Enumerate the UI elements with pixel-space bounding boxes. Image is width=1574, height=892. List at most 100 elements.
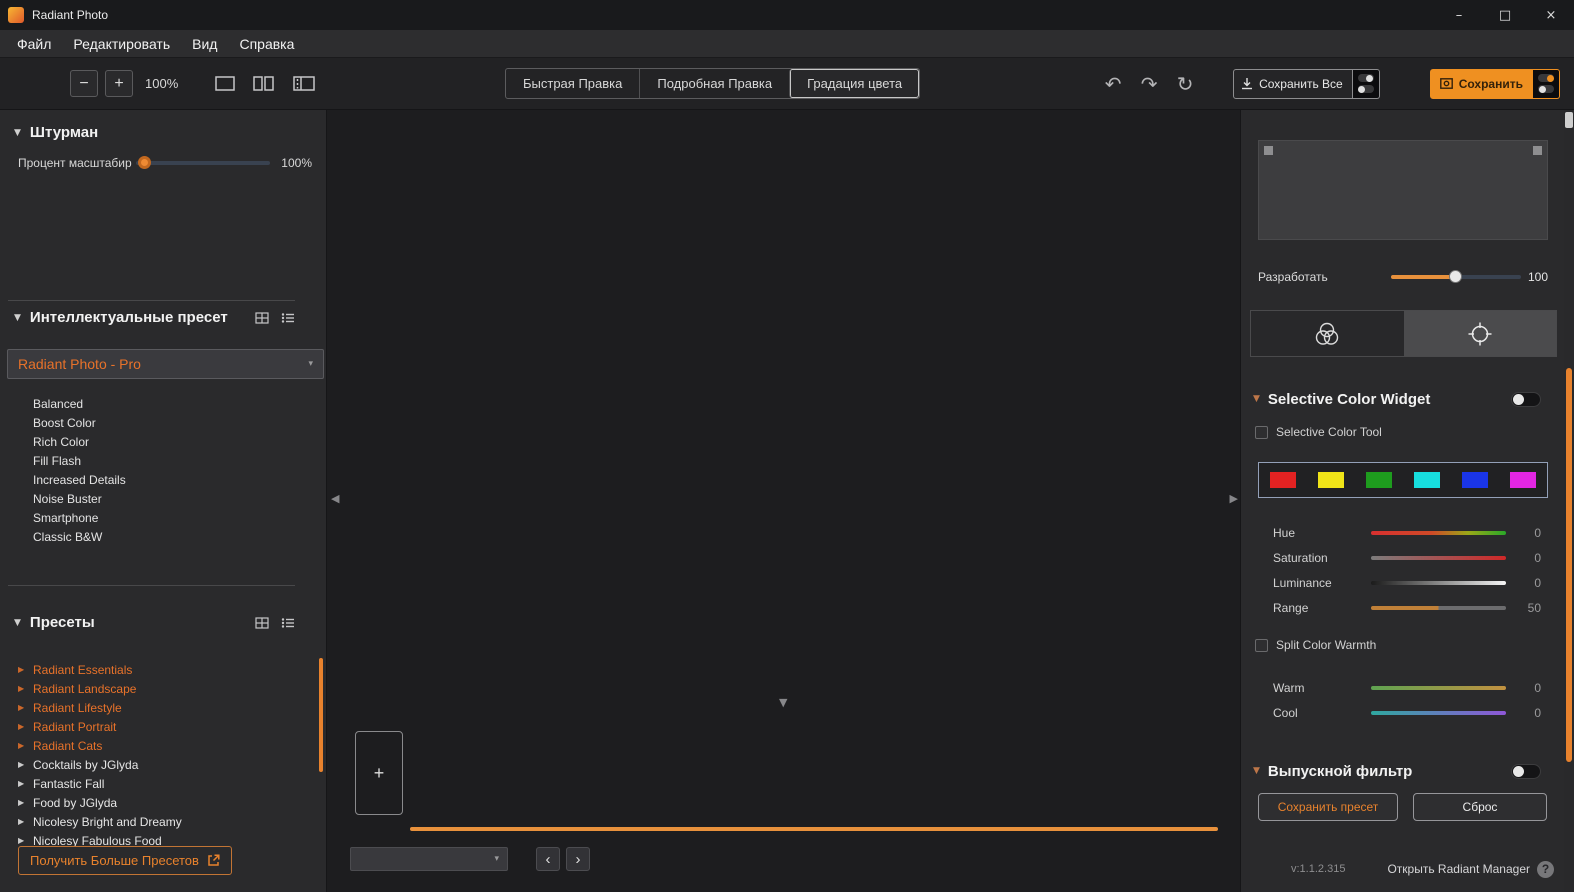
yellow-swatch[interactable] xyxy=(1318,472,1344,488)
triangle-right-icon[interactable]: ▶ xyxy=(18,836,33,845)
range-slider[interactable] xyxy=(1371,605,1506,610)
color-wheels-tab[interactable] xyxy=(1251,311,1404,356)
selective-color-toggle[interactable] xyxy=(1511,391,1541,407)
menu-item-edit[interactable]: Редактировать xyxy=(62,30,181,58)
navigator-header[interactable]: ▼ Штурман xyxy=(0,110,326,141)
tab-quick-edit[interactable]: Быстрая Правка xyxy=(506,69,639,98)
magenta-swatch[interactable] xyxy=(1510,472,1536,488)
list-item[interactable]: ▶ Radiant Essentials xyxy=(0,660,326,679)
collapse-left-panel-icon[interactable]: ◀ xyxy=(331,492,339,505)
menu-item-file[interactable]: Файл xyxy=(6,30,62,58)
triangle-right-icon[interactable]: ▶ xyxy=(18,741,33,750)
triangle-right-icon[interactable]: ▶ xyxy=(18,665,33,674)
list-item[interactable]: Balanced xyxy=(0,395,326,414)
menu-item-help[interactable]: Справка xyxy=(228,30,305,58)
shadow-clipping-indicator[interactable] xyxy=(1264,146,1273,155)
list-item[interactable]: Noise Buster xyxy=(0,490,326,509)
reset-button[interactable]: Сброс xyxy=(1413,793,1547,821)
save-mini-toggle-bottom[interactable] xyxy=(1538,85,1554,93)
presets-header[interactable]: ▼ Пресеты xyxy=(0,586,326,631)
collapse-triangle-icon[interactable]: ▼ xyxy=(14,618,21,628)
cyan-swatch[interactable] xyxy=(1414,472,1440,488)
filmstrip-view-icon[interactable] xyxy=(292,75,316,92)
collapse-filmstrip-icon[interactable]: ▼ xyxy=(779,696,787,709)
help-icon[interactable]: ? xyxy=(1537,860,1554,878)
save-all-toggle-group[interactable] xyxy=(1352,68,1380,99)
graduated-filter-toggle[interactable] xyxy=(1511,763,1541,779)
smart-presets-header[interactable]: ▼ Интеллектуальные пресет xyxy=(0,301,326,326)
menu-item-view[interactable]: Вид xyxy=(181,30,228,58)
list-item[interactable]: ▶ Radiant Lifestyle xyxy=(0,698,326,717)
list-item[interactable]: Increased Details xyxy=(0,471,326,490)
open-radiant-manager-link[interactable]: Открыть Radiant Manager xyxy=(1387,862,1530,876)
list-item[interactable]: ▶ Radiant Landscape xyxy=(0,679,326,698)
save-button[interactable]: Сохранить xyxy=(1429,68,1533,99)
saturation-slider[interactable] xyxy=(1371,555,1506,560)
zoom-out-button[interactable]: − xyxy=(70,70,98,97)
list-item[interactable]: ▶ Cocktails by JGlyda xyxy=(0,755,326,774)
collapse-right-panel-icon[interactable]: ▶ xyxy=(1230,492,1238,505)
triangle-right-icon[interactable]: ▶ xyxy=(18,779,33,788)
cool-slider[interactable] xyxy=(1371,710,1506,715)
list-view-icon[interactable] xyxy=(281,312,295,324)
selective-color-header[interactable]: ▼ Selective Color Widget xyxy=(1253,389,1541,409)
list-item[interactable]: ▶ Radiant Cats xyxy=(0,736,326,755)
save-all-mini-toggle-bottom[interactable] xyxy=(1357,85,1374,93)
tab-detailed-edit[interactable]: Подробная Правка xyxy=(639,69,789,98)
list-item[interactable]: Classic B&W xyxy=(0,528,326,547)
list-item[interactable]: Smartphone xyxy=(0,509,326,528)
scrollbar-thumb[interactable] xyxy=(1566,368,1572,762)
list-item[interactable]: ▶ Food by JGlyda xyxy=(0,793,326,812)
list-view-icon[interactable] xyxy=(281,617,295,629)
list-item[interactable]: ▶ Nicolesy Bright and Dreamy xyxy=(0,812,326,831)
reset-icon[interactable]: ↻ xyxy=(1171,70,1199,98)
save-toggle-group[interactable] xyxy=(1533,68,1560,99)
triangle-right-icon[interactable]: ▶ xyxy=(18,684,33,693)
collapse-triangle-icon[interactable]: ▼ xyxy=(14,128,21,138)
luminance-slider[interactable] xyxy=(1371,580,1506,585)
selective-color-tool-checkbox[interactable] xyxy=(1255,425,1268,439)
previous-photo-button[interactable]: ‹ xyxy=(536,847,560,871)
split-view-icon[interactable] xyxy=(252,75,276,92)
list-item[interactable]: ▶ Radiant Portrait xyxy=(0,717,326,736)
add-photo-button[interactable]: + xyxy=(355,731,403,815)
save-preset-button[interactable]: Сохранить пресет xyxy=(1258,793,1398,821)
close-button[interactable]: × xyxy=(1528,0,1574,30)
preset-list-scrollbar[interactable] xyxy=(319,658,323,772)
collapse-triangle-icon[interactable]: ▼ xyxy=(1253,394,1260,404)
maximize-button[interactable]: □ xyxy=(1482,0,1528,30)
tab-color-grading[interactable]: Градация цвета xyxy=(789,69,920,98)
slider-handle[interactable] xyxy=(138,156,151,169)
list-item[interactable]: Rich Color xyxy=(0,433,326,452)
blue-swatch[interactable] xyxy=(1462,472,1488,488)
develop-slider[interactable] xyxy=(1391,270,1521,283)
triangle-right-icon[interactable]: ▶ xyxy=(18,798,33,807)
highlight-clipping-indicator[interactable] xyxy=(1533,146,1542,155)
minimize-button[interactable]: – xyxy=(1436,0,1482,30)
single-view-icon[interactable] xyxy=(214,75,236,92)
undo-icon[interactable]: ↶ xyxy=(1099,70,1127,98)
list-item[interactable]: ▶ Fantastic Fall xyxy=(0,774,326,793)
red-swatch[interactable] xyxy=(1270,472,1296,488)
grid-view-icon[interactable] xyxy=(255,616,269,629)
warm-slider[interactable] xyxy=(1371,685,1506,690)
collapse-triangle-icon[interactable]: ▼ xyxy=(14,313,21,323)
get-more-presets-button[interactable]: Получить Больше Пресетов xyxy=(18,846,232,875)
zoom-percent-slider[interactable] xyxy=(136,156,271,169)
graduated-filter-header[interactable]: ▼ Выпускной фильтр xyxy=(1253,761,1541,781)
split-color-warmth-checkbox[interactable] xyxy=(1255,638,1268,652)
filmstrip-sort-dropdown[interactable]: ▾ xyxy=(350,847,508,871)
save-all-button[interactable]: Сохранить Все xyxy=(1233,68,1353,99)
save-all-mini-toggle-top[interactable] xyxy=(1357,74,1374,82)
selective-color-tab[interactable] xyxy=(1403,311,1556,356)
triangle-right-icon[interactable]: ▶ xyxy=(18,722,33,731)
smart-preset-dropdown[interactable]: Radiant Photo - Pro ▾ xyxy=(7,349,324,379)
triangle-right-icon[interactable]: ▶ xyxy=(18,703,33,712)
zoom-in-button[interactable]: + xyxy=(105,70,133,97)
slider-handle[interactable] xyxy=(1449,270,1462,283)
grid-view-icon[interactable] xyxy=(255,311,269,324)
triangle-right-icon[interactable]: ▶ xyxy=(18,760,33,769)
hue-slider[interactable] xyxy=(1371,530,1506,535)
collapse-triangle-icon[interactable]: ▼ xyxy=(1253,766,1260,776)
redo-icon[interactable]: ↷ xyxy=(1135,70,1163,98)
